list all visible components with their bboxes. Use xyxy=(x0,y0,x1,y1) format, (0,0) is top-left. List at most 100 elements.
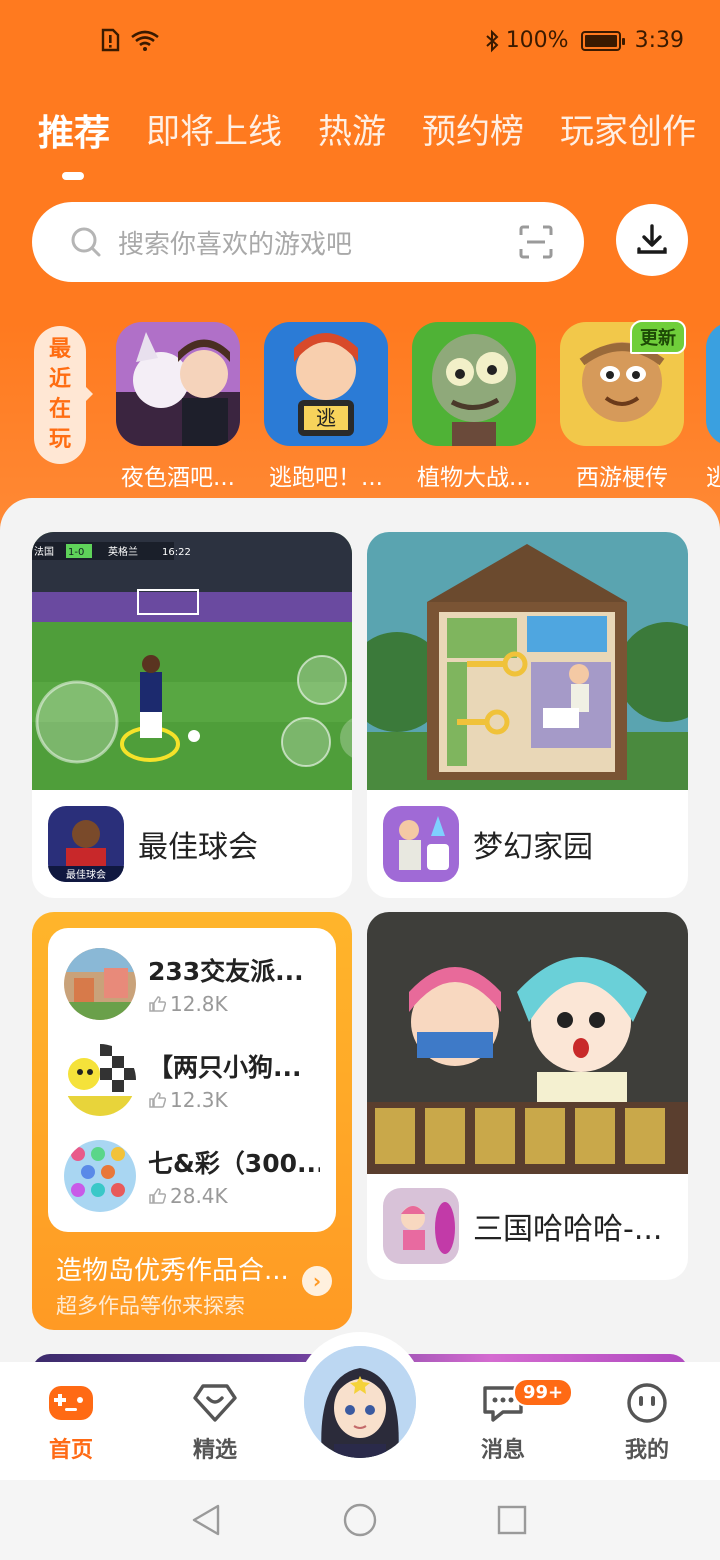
chevron-right-icon[interactable]: › xyxy=(302,1266,332,1296)
like-count: 28.4K xyxy=(170,1184,228,1208)
game-screenshot: 法国 1-0 英格兰 16:22 xyxy=(32,532,352,790)
home-icon[interactable] xyxy=(342,1502,378,1538)
tab-player-creations[interactable]: 玩家创作 xyxy=(560,104,696,156)
update-badge: 更新 xyxy=(630,320,686,354)
scoreboard-score: 1-0 xyxy=(68,547,84,558)
recent-game-1[interactable]: 夜色酒吧... xyxy=(116,322,240,492)
face-icon xyxy=(627,1383,667,1423)
category-tabs: 推荐 即将上线 热游 预约榜 玩家创作 xyxy=(38,104,696,156)
recent-game-name: 逃跑吧！... xyxy=(269,465,383,491)
recent-label-char: 最 xyxy=(48,337,71,362)
collection-item-title: 233交友派... xyxy=(148,957,304,986)
collection-item[interactable]: 【两只小狗... 12.3K xyxy=(64,1044,320,1116)
battery-icon xyxy=(580,30,625,51)
search-placeholder: 搜索你喜欢的游戏吧 xyxy=(118,229,353,260)
game-card-info: 三国哈哈哈-... xyxy=(383,1188,662,1264)
recent-game-name: 逃 xyxy=(706,465,720,491)
collection-item-likes: 28.4K xyxy=(148,1184,320,1208)
tab-recommend[interactable]: 推荐 xyxy=(38,104,110,156)
recent-label-char: 近 xyxy=(48,367,71,392)
nav-featured[interactable]: 精选 xyxy=(170,1382,260,1464)
game-card-info: 最佳球会 最佳球会 xyxy=(48,806,258,882)
recent-label-char: 在 xyxy=(48,397,71,422)
system-nav-bar xyxy=(0,1480,720,1560)
scoreboard-clock: 16:22 xyxy=(162,547,191,558)
collection-item-title: 七&彩（300... xyxy=(148,1149,320,1178)
collection-item-likes: 12.8K xyxy=(148,992,320,1016)
game-icon: 逃 xyxy=(264,322,388,446)
collection-title: 造物岛优秀作品合... xyxy=(56,1256,289,1286)
scoreboard-team2: 英格兰 xyxy=(108,545,138,558)
collection-card[interactable]: 233交友派... 12.8K 【两只小狗... 12.3K 七&彩（300..… xyxy=(32,912,352,1330)
game-icon xyxy=(116,322,240,446)
search-icon xyxy=(71,227,101,257)
thumbs-up-icon xyxy=(149,1188,166,1204)
scan-icon[interactable] xyxy=(518,224,554,260)
heart-diamond-icon xyxy=(193,1384,237,1422)
collection-item-thumbnail xyxy=(64,948,136,1020)
game-title: 最佳球会 xyxy=(138,830,258,865)
game-icon: 最佳球会 xyxy=(48,806,124,882)
collection-item-title: 【两只小狗... xyxy=(148,1053,302,1082)
game-screenshot xyxy=(367,912,688,1174)
sim-alert-icon xyxy=(101,28,120,52)
recent-game-5[interactable]: 逃 xyxy=(706,322,720,492)
collection-item[interactable]: 233交友派... 12.8K xyxy=(64,948,320,1020)
recents-icon[interactable] xyxy=(496,1504,528,1536)
game-icon xyxy=(383,1188,459,1264)
game-card-info: 梦幻家园 xyxy=(383,806,593,882)
recent-game-name: 夜色酒吧... xyxy=(121,465,235,491)
nav-label: 我的 xyxy=(624,1438,669,1463)
game-card-three-kingdoms[interactable]: 三国哈哈哈-... xyxy=(367,912,688,1280)
recent-game-name: 植物大战... xyxy=(417,465,531,491)
scoreboard-team1: 法国 xyxy=(34,545,54,558)
avatar xyxy=(304,1346,416,1458)
game-screenshot xyxy=(367,532,688,790)
like-count: 12.8K xyxy=(170,992,228,1016)
game-icon xyxy=(706,322,720,446)
battery-percent: 100% xyxy=(505,28,569,53)
collection-item[interactable]: 七&彩（300... 28.4K xyxy=(64,1140,320,1212)
nav-label: 精选 xyxy=(192,1438,237,1463)
collection-item-thumbnail xyxy=(64,1044,136,1116)
collection-list: 233交友派... 12.8K 【两只小狗... 12.3K 七&彩（300..… xyxy=(48,928,336,1232)
game-card-football[interactable]: 法国 1-0 英格兰 16:22 最佳球会 最佳球会 xyxy=(32,532,352,898)
thumbs-up-icon xyxy=(149,1092,166,1108)
game-icon-label: 最佳球会 xyxy=(66,868,106,881)
search-bar[interactable]: 搜索你喜欢的游戏吧 xyxy=(32,202,584,282)
nav-label: 首页 xyxy=(48,1438,93,1463)
recent-game-4[interactable]: 更新 西游梗传 xyxy=(560,320,686,492)
tab-reservation-rank[interactable]: 预约榜 xyxy=(422,104,524,156)
avatar-button[interactable] xyxy=(304,1346,416,1458)
game-title: 三国哈哈哈-... xyxy=(473,1212,663,1247)
recent-game-2[interactable]: 逃 逃跑吧！... xyxy=(264,322,388,492)
collection-subtitle: 超多作品等你来探索 xyxy=(56,1294,245,1318)
game-icon xyxy=(383,806,459,882)
active-tab-indicator xyxy=(62,172,84,180)
gamepad-icon xyxy=(49,1386,93,1420)
nav-label: 消息 xyxy=(480,1438,525,1463)
like-count: 12.3K xyxy=(170,1088,228,1112)
recent-game-3[interactable]: 植物大战... xyxy=(412,322,536,492)
game-icon xyxy=(412,322,536,446)
tab-upcoming[interactable]: 即将上线 xyxy=(146,104,282,156)
thumbs-up-icon xyxy=(149,996,166,1012)
recent-game-name: 西游梗传 xyxy=(576,465,668,491)
wifi-icon xyxy=(131,30,159,51)
nav-me[interactable]: 我的 xyxy=(602,1382,692,1464)
svg-text:逃: 逃 xyxy=(316,406,336,430)
game-card-homescapes[interactable]: 梦幻家园 xyxy=(367,532,688,898)
collection-item-thumbnail xyxy=(64,1140,136,1212)
back-icon[interactable] xyxy=(188,1502,224,1538)
download-button[interactable] xyxy=(616,204,688,276)
recent-label: 最 近 在 玩 xyxy=(34,326,93,464)
tab-hot[interactable]: 热游 xyxy=(318,104,386,156)
bluetooth-icon xyxy=(486,29,499,52)
status-bar: 100% 3:39 xyxy=(0,0,720,84)
unread-badge: 99+ xyxy=(513,1378,574,1407)
clock: 3:39 xyxy=(634,28,684,53)
download-icon xyxy=(637,224,667,254)
nav-home[interactable]: 首页 xyxy=(26,1382,116,1464)
collection-item-likes: 12.3K xyxy=(148,1088,320,1112)
recent-label-char: 玩 xyxy=(48,427,71,452)
